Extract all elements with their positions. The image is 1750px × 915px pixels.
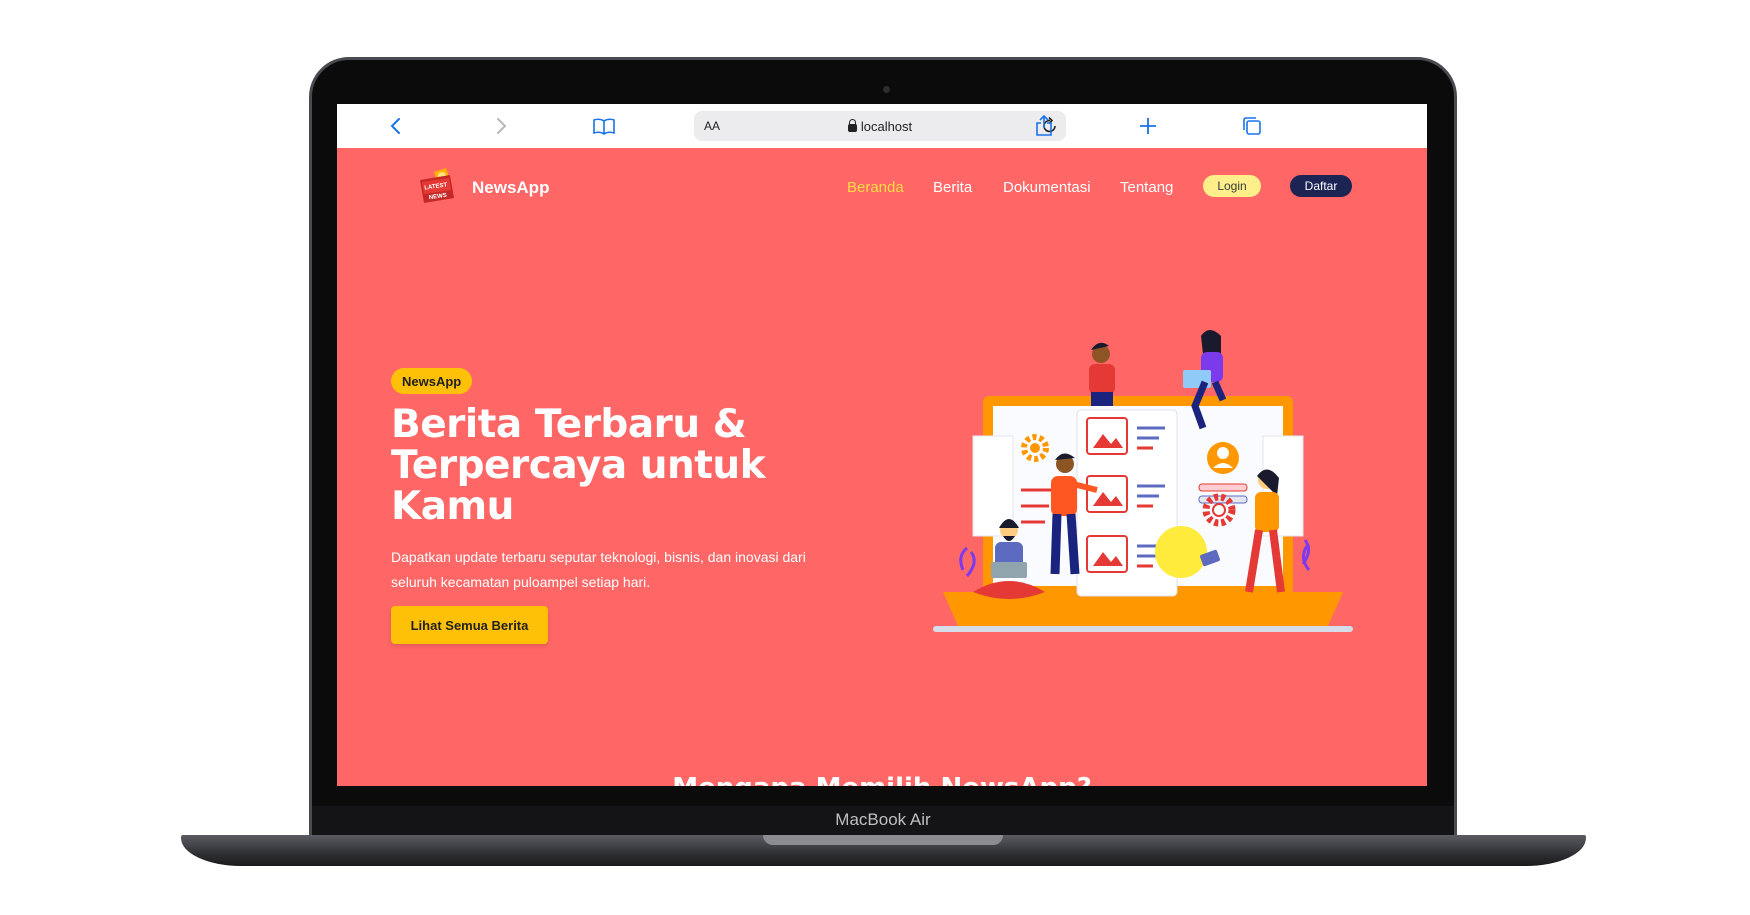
tabs-button[interactable] (1237, 111, 1267, 141)
device-brand-label: MacBook Air (835, 810, 931, 829)
logo-icon[interactable]: LATEST NEWS (416, 168, 458, 208)
forward-button[interactable] (486, 111, 516, 141)
plus-icon (1140, 118, 1156, 134)
chevron-left-icon (390, 118, 400, 134)
hero-badge: NewsApp (391, 368, 473, 394)
hero-title-line: Kamu (391, 484, 514, 529)
bookmarks-button[interactable] (589, 111, 619, 141)
nav-item-berita[interactable]: Berita (933, 179, 972, 196)
share-icon (1036, 115, 1052, 136)
laptop-notch (763, 835, 1003, 845)
hero-description: Dapatkan update terbaru seputar teknolog… (391, 545, 871, 595)
hero-title-line: Terpercaya untuk (391, 443, 766, 488)
camera (883, 86, 890, 93)
back-button[interactable] (381, 111, 411, 141)
address-bar[interactable]: AA localhost (694, 111, 1066, 141)
hero-description-line: Dapatkan update terbaru seputar teknolog… (391, 549, 806, 565)
tabs-icon (1243, 117, 1261, 135)
login-button[interactable]: Login (1203, 175, 1261, 197)
nav-item-tentang[interactable]: Tentang (1120, 179, 1173, 196)
next-section-heading: Mengapa Memilih NewsApp? (337, 773, 1427, 786)
hero-illustration (933, 330, 1353, 632)
hero-description-line: seluruh kecamatan puloampel setiap hari. (391, 574, 651, 590)
book-icon (593, 118, 615, 135)
view-all-news-button[interactable]: Lihat Semua Berita (391, 606, 548, 644)
nav-item-beranda[interactable]: Beranda (847, 179, 904, 196)
logo-badge-line-2: NEWS (429, 193, 448, 201)
browser-toolbar: AA localhost (337, 104, 1427, 148)
site-logo-text[interactable]: NewsApp (472, 178, 549, 198)
laptop-chin: MacBook Air (312, 806, 1454, 836)
register-button[interactable]: Daftar (1290, 175, 1352, 197)
screen: AA localhost LATEST NEWS NewsApp Beranda… (337, 104, 1427, 786)
new-tab-button[interactable] (1133, 111, 1163, 141)
hero-title-line: Berita Terbaru & (391, 402, 747, 447)
hero-title: Berita Terbaru & Terpercaya untuk Kamu (391, 404, 811, 527)
url-label: localhost (860, 119, 913, 134)
nav-item-dokumentasi[interactable]: Dokumentasi (1003, 179, 1091, 196)
url-text: localhost (694, 119, 1066, 134)
chevron-right-icon (497, 118, 507, 134)
site-navbar: LATEST NEWS NewsApp Beranda Berita Dokum… (337, 148, 1427, 224)
lock-icon (847, 119, 857, 132)
share-button[interactable] (1029, 111, 1059, 141)
